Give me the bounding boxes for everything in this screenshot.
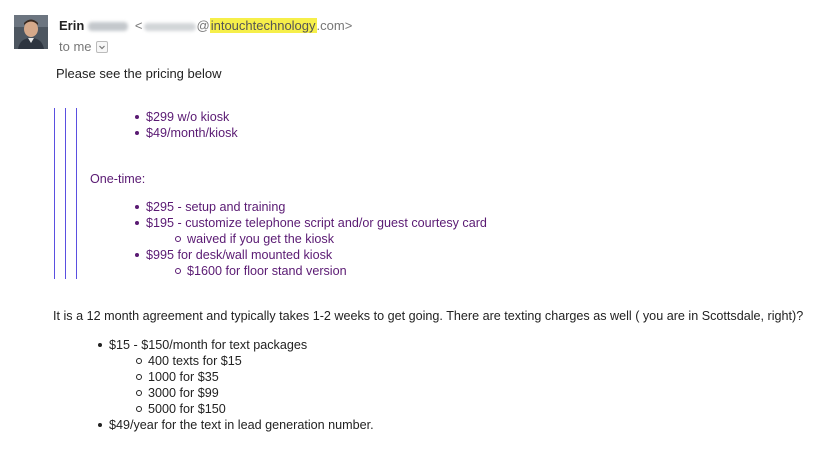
sender-line: Erin < @intouchtechnology.com>: [59, 17, 352, 34]
quote-bar-2: [65, 108, 66, 279]
email-message: Erin < @intouchtechnology.com> to me Plea…: [0, 0, 836, 453]
sub-list-item: waived if you get the kiosk: [175, 231, 487, 247]
recipient-details-toggle[interactable]: [95, 40, 108, 53]
recipient-label: to me: [59, 39, 92, 54]
sub-list-item: 1000 for $35: [136, 369, 374, 385]
one-time-list: $295 - setup and training $195 - customi…: [135, 199, 487, 279]
list-item: $295 - setup and training: [135, 199, 487, 215]
intro-text: Please see the pricing below: [56, 66, 222, 81]
chevron-down-icon: [98, 45, 105, 49]
recipient-line: to me: [59, 39, 108, 55]
sub-list-item: $1600 for floor stand version: [175, 263, 487, 279]
list-item: $299 w/o kiosk: [135, 109, 238, 125]
quote-bar-3: [76, 108, 77, 279]
sender-avatar[interactable]: [14, 15, 48, 49]
email-domain-highlight: intouchtechnology: [209, 18, 317, 33]
texting-charges-list: $15 - $150/month for text packages 400 t…: [98, 337, 374, 433]
sender-email: < @intouchtechnology.com>: [134, 18, 353, 33]
list-item: $15 - $150/month for text packages: [98, 337, 374, 353]
sub-list-item: 3000 for $99: [136, 385, 374, 401]
agreement-text: It is a 12 month agreement and typically…: [53, 309, 804, 323]
list-item: $49/year for the text in lead generation…: [98, 418, 374, 432]
redacted-surname: [88, 22, 129, 32]
sub-list-item: 400 texts for $15: [136, 353, 374, 369]
list-item: $49/month/kiosk: [135, 126, 238, 140]
one-time-heading: One-time:: [90, 172, 146, 186]
list-item: $195 - customize telephone script and/or…: [135, 216, 487, 230]
quote-bar-1: [54, 108, 55, 279]
redacted-email-user: [143, 22, 196, 31]
quoted-pricing-list: $299 w/o kiosk $49/month/kiosk: [135, 109, 238, 141]
sender-name[interactable]: Erin: [59, 18, 84, 33]
list-item: $995 for desk/wall mounted kiosk: [135, 247, 487, 263]
sub-list-item: 5000 for $150: [136, 401, 374, 417]
